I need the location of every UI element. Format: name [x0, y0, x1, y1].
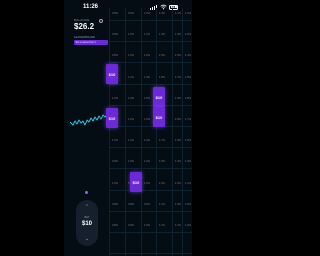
grid-cell[interactable]: 0.9% — [139, 203, 155, 206]
grid-cell[interactable]: 0.8% — [107, 33, 123, 36]
grid-cell[interactable]: 1.5% — [180, 139, 192, 142]
wifi-icon — [160, 4, 167, 10]
grid-cell[interactable]: 0.9% — [123, 224, 139, 227]
stake-control[interactable]: ⌃ BET $10 ⌄ — [76, 200, 98, 246]
grid-cell[interactable]: 1.0% — [123, 54, 139, 57]
grid-cell[interactable]: 0.8% — [107, 54, 123, 57]
grid-cell[interactable]: 1.2% — [154, 12, 170, 15]
grid-cell[interactable]: 0.9% — [107, 160, 123, 163]
battery-icon: 73 — [169, 4, 178, 10]
indicator-dot-icon — [85, 191, 88, 194]
grid-cell[interactable]: 1.0% — [123, 33, 139, 36]
grid-cell[interactable]: 0.8% — [107, 12, 123, 15]
grid-cell[interactable]: 1.0% — [107, 182, 123, 185]
grid-cell[interactable]: 0.9% — [123, 12, 139, 15]
grid-cell[interactable]: 1.4% — [154, 33, 170, 36]
phone-screen: 11:26 73 BALANCE $26.2 i LEADERBOARD Set… — [64, 0, 192, 256]
grid-cell[interactable]: 1.7% — [180, 118, 192, 121]
grid-cell[interactable]: 1.2% — [123, 118, 139, 121]
grid-cell[interactable]: 1.5% — [154, 160, 170, 163]
stake-label: BET — [84, 216, 90, 219]
grid-cell[interactable]: 1.7% — [154, 139, 170, 142]
balance-value: $26.2 — [74, 22, 95, 31]
grid-cell[interactable]: 1.1% — [180, 182, 192, 185]
leaderboard-label: LEADERBOARD — [74, 35, 96, 39]
bet-tile[interactable]: $10 — [153, 107, 165, 127]
grid-cell[interactable]: 1.8% — [180, 97, 192, 100]
grid-cell[interactable]: 1.1% — [123, 76, 139, 79]
grid-cell[interactable]: 0.8% — [107, 203, 123, 206]
grid-cell[interactable]: 1.3% — [180, 160, 192, 163]
leaderboard-name-button[interactable]: Set a name first ✎ — [74, 40, 108, 45]
chevron-down-icon[interactable]: ⌄ — [83, 236, 91, 242]
chevron-up-icon[interactable]: ⌃ — [83, 204, 91, 210]
grid-cell[interactable]: 1.2% — [139, 54, 155, 57]
grid-cell[interactable]: 1.1% — [154, 203, 170, 206]
grid-cell[interactable]: 1.0% — [123, 160, 139, 163]
grid-cell[interactable]: 1.0% — [180, 224, 192, 227]
grid-cell[interactable]: 1.1% — [154, 224, 170, 227]
grid-cell[interactable]: 1.8% — [154, 76, 170, 79]
grid-cell[interactable]: 1.6% — [180, 76, 192, 79]
grid-cell[interactable]: 1.0% — [180, 203, 192, 206]
grid-cell[interactable]: 1.1% — [139, 33, 155, 36]
grid-cell[interactable]: 0.8% — [123, 203, 139, 206]
grid-cell[interactable]: 1.2% — [180, 33, 192, 36]
grid-cell[interactable]: 1.0% — [139, 12, 155, 15]
grid-cell[interactable]: 1.4% — [139, 139, 155, 142]
bet-tile[interactable]: $10 — [153, 87, 165, 107]
status-time: 11:26 — [83, 4, 99, 10]
bet-tile[interactable]: $10 — [106, 108, 118, 128]
grid-cell[interactable]: 1.4% — [180, 54, 192, 57]
grid-cell[interactable]: 1.0% — [139, 224, 155, 227]
bet-tile[interactable]: $10 — [130, 172, 142, 192]
grid-cell[interactable]: 1.4% — [139, 76, 155, 79]
grid-cell[interactable]: 1.2% — [154, 182, 170, 185]
grid-cell[interactable]: 0.8% — [107, 224, 123, 227]
grid-cell[interactable]: 1.0% — [180, 12, 192, 15]
grid-cell[interactable]: 1.3% — [123, 97, 139, 100]
grid-cell[interactable]: 1.5% — [154, 54, 170, 57]
grid-cell[interactable]: 1.0% — [107, 139, 123, 142]
bet-tile[interactable]: $10 — [106, 64, 118, 84]
grid-cell[interactable]: 1.1% — [123, 139, 139, 142]
info-icon[interactable]: i — [99, 18, 103, 24]
price-line — [70, 113, 108, 126]
signal-icon — [150, 5, 158, 10]
grid-cell[interactable]: 1.2% — [139, 160, 155, 163]
stake-amount: $10 — [81, 221, 92, 227]
grid-cell[interactable]: 1.2% — [107, 97, 123, 100]
